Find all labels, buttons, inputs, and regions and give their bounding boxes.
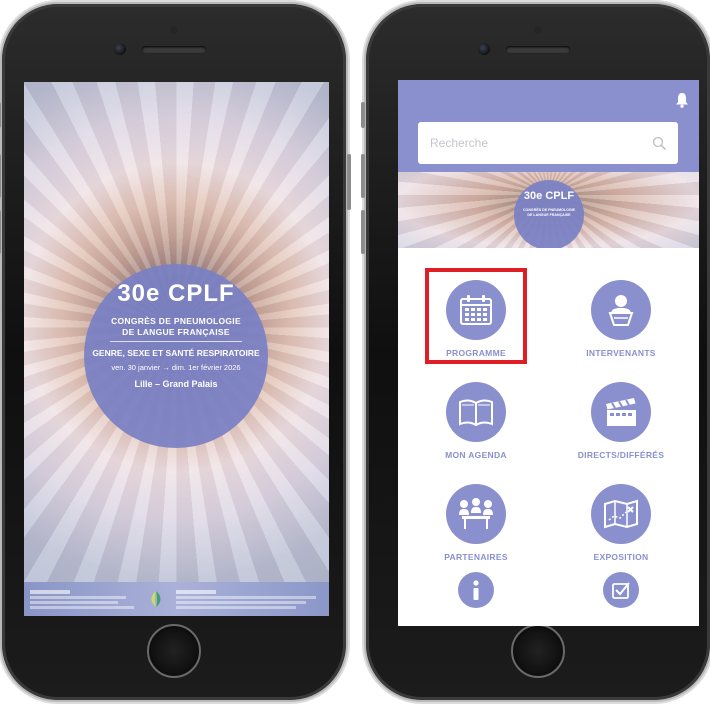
menu-tile-label: PROGRAMME — [446, 348, 506, 358]
menu-tile-exposition[interactable]: EXPOSITION — [556, 484, 686, 562]
banner-title: 30e CPLF — [523, 190, 575, 202]
home-button[interactable] — [511, 624, 565, 678]
clapperboard-icon — [606, 398, 636, 426]
volume-up-button — [361, 154, 365, 198]
banner-logo-circle: 30e CPLF CONGRÈS DE PNEUMOLOGIE DE LANGU… — [514, 180, 584, 248]
menu-tile-programme[interactable]: PROGRAMME — [411, 280, 541, 358]
map-icon — [604, 499, 638, 529]
menu-tile-label: DIRECTS/DIFFÉRÉS — [577, 450, 665, 460]
menu-tile-partenaires[interactable]: PARTENAIRES — [411, 484, 541, 562]
exposition-circle — [591, 484, 651, 544]
earpiece — [142, 46, 206, 53]
mon-agenda-circle — [446, 382, 506, 442]
checklist-button[interactable] — [603, 572, 639, 608]
front-sensor — [534, 26, 542, 34]
banner-subtitle-1: CONGRÈS DE PNEUMOLOGIE — [522, 208, 576, 212]
menu-tile-label: PARTENAIRES — [444, 552, 508, 562]
book-icon — [459, 399, 493, 427]
footer-secretariat-block — [176, 590, 324, 609]
menu-tile-intervenants[interactable]: INTERVENANTS — [556, 280, 686, 358]
earpiece — [506, 46, 570, 53]
splash-logo-circle: 30e CPLF CONGRÈS DE PNEUMOLOGIE DE LANGU… — [84, 264, 268, 448]
search-icon[interactable] — [652, 136, 666, 150]
menu-tile-directs[interactable]: DIRECTS/DIFFÉRÉS — [556, 382, 686, 460]
mute-switch — [361, 102, 365, 128]
home-button[interactable] — [147, 624, 201, 678]
splash-subtitle-2: DE LANGUE FRANÇAISE — [122, 327, 230, 337]
directs-circle — [591, 382, 651, 442]
splash-dates: ven. 30 janvier → dim. 1er février 2026 — [111, 363, 241, 372]
front-sensor — [170, 26, 178, 34]
app-home-screen: 30e CPLF CONGRÈS DE PNEUMOLOGIE DE LANGU… — [398, 80, 699, 626]
calendar-icon — [460, 295, 492, 325]
splash-place: Lille – Grand Palais — [134, 379, 218, 389]
volume-up-button — [0, 154, 1, 198]
bell-icon[interactable] — [675, 92, 689, 108]
programme-circle — [446, 280, 506, 340]
splash-footer — [24, 582, 329, 616]
menu-tile-label: EXPOSITION — [593, 552, 649, 562]
front-camera-icon — [478, 43, 490, 55]
splash-title: 30e CPLF — [117, 280, 235, 307]
leaf-logo-icon — [151, 591, 161, 607]
mute-switch — [0, 102, 1, 128]
menu-tile-label: MON AGENDA — [445, 450, 507, 460]
splash-divider — [110, 341, 242, 342]
footer-organizer-block — [30, 590, 140, 609]
search-bar[interactable] — [418, 122, 678, 164]
congress-banner[interactable]: 30e CPLF CONGRÈS DE PNEUMOLOGIE DE LANGU… — [398, 172, 699, 248]
splash-subtitle-1: CONGRÈS DE PNEUMOLOGIE — [111, 316, 241, 326]
volume-down-button — [0, 210, 1, 254]
info-icon — [473, 580, 479, 600]
checkbox-icon — [612, 582, 630, 599]
info-button[interactable] — [458, 572, 494, 608]
partners-icon — [459, 498, 493, 529]
splash-screen: 30e CPLF CONGRÈS DE PNEUMOLOGIE DE LANGU… — [24, 82, 329, 616]
power-button — [347, 154, 351, 210]
front-camera-icon — [114, 43, 126, 55]
splash-theme: GENRE, SEXE ET SANTÉ RESPIRATOIRE — [92, 348, 260, 358]
app-header — [398, 80, 699, 172]
volume-down-button — [361, 210, 365, 254]
menu-tile-mon-agenda[interactable]: MON AGENDA — [411, 382, 541, 460]
speaker-icon — [608, 295, 634, 326]
menu-tile-label: INTERVENANTS — [586, 348, 656, 358]
banner-subtitle-2: DE LANGUE FRANÇAISE — [527, 213, 571, 217]
partenaires-circle — [446, 484, 506, 544]
search-input[interactable] — [418, 122, 652, 164]
intervenants-circle — [591, 280, 651, 340]
